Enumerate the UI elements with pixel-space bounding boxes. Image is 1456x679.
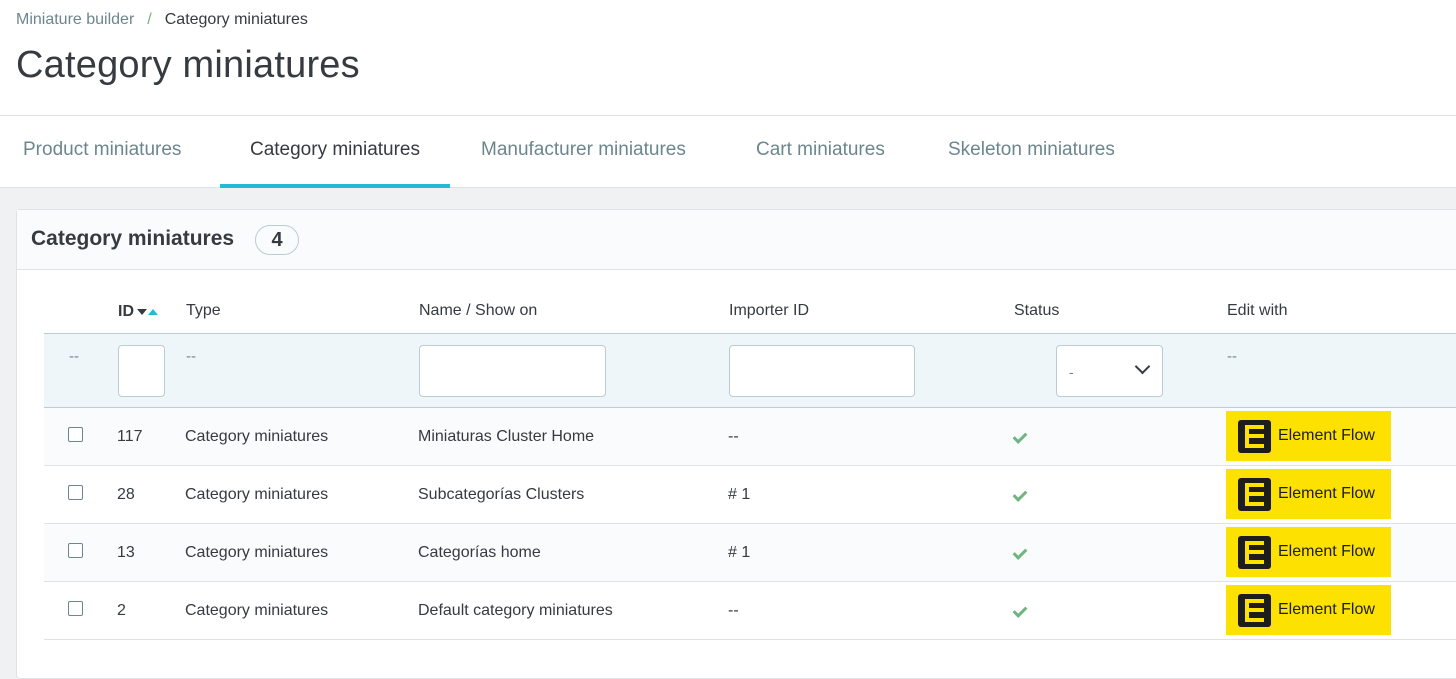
element-flow-logo-icon (1238, 419, 1271, 453)
filter-status-value: - (1069, 364, 1074, 380)
row-checkbox[interactable] (68, 601, 83, 616)
row-type: Category miniatures (185, 602, 329, 619)
chevron-down-icon (1134, 358, 1151, 375)
page-title: Category miniatures (16, 44, 360, 86)
tab-manufacturer-miniatures[interactable]: Manufacturer miniatures (481, 116, 686, 188)
card-header: Category miniatures 4 (17, 210, 1456, 270)
row-type: Category miniatures (185, 486, 329, 503)
edit-with-element-flow-button[interactable]: Element Flow (1226, 411, 1391, 461)
edit-with-element-flow-button[interactable]: Element Flow (1226, 469, 1391, 519)
status-enabled-check-icon[interactable] (1012, 545, 1028, 560)
row-importer-id: # 1 (728, 486, 751, 503)
table-header: ID Type Name / Show on Importer ID Statu… (44, 270, 1456, 334)
tab-skeleton-miniatures[interactable]: Skeleton miniatures (948, 116, 1115, 188)
card-title: Category miniatures (31, 227, 235, 250)
row-importer-id: -- (728, 602, 739, 619)
element-flow-logo-icon (1238, 477, 1271, 511)
breadcrumb-separator: / (147, 11, 152, 28)
column-header-importer-id: Importer ID (729, 302, 810, 319)
filter-type-placeholder: -- (186, 348, 196, 365)
edit-with-element-flow-button[interactable]: Element Flow (1226, 527, 1391, 577)
tab-bar: Product miniatures Category miniatures M… (0, 116, 1456, 188)
row-id: 2 (117, 602, 126, 619)
row-id: 13 (117, 544, 135, 561)
row-importer-id: # 1 (728, 544, 751, 561)
row-name: Default category miniatures (418, 602, 613, 619)
row-name: Miniaturas Cluster Home (418, 428, 595, 445)
row-checkbox[interactable] (68, 543, 83, 558)
column-header-id[interactable]: ID (118, 302, 158, 321)
sort-desc-icon[interactable] (137, 309, 147, 315)
column-header-id-label: ID (118, 303, 134, 320)
filter-name-input[interactable] (419, 345, 606, 397)
filter-id-input[interactable] (118, 345, 165, 397)
breadcrumb-parent-link[interactable]: Miniature builder (16, 11, 134, 29)
row-importer-id: -- (728, 428, 739, 445)
status-enabled-check-icon[interactable] (1012, 603, 1028, 618)
sort-icon[interactable] (137, 302, 158, 320)
breadcrumb-current: Category miniatures (164, 11, 308, 28)
element-flow-logo-icon (1238, 535, 1271, 569)
count-badge: 4 (255, 225, 299, 255)
column-header-type: Type (186, 302, 221, 319)
table-row: 117 Category miniatures Miniaturas Clust… (44, 408, 1456, 466)
edit-with-label: Element Flow (1278, 601, 1375, 618)
tab-category-miniatures[interactable]: Category miniatures (220, 116, 450, 188)
column-header-edit-with: Edit with (1227, 302, 1288, 319)
tab-cart-miniatures[interactable]: Cart miniatures (756, 116, 885, 188)
breadcrumb: Miniature builder / Category miniatures (16, 11, 308, 29)
row-type: Category miniatures (185, 428, 329, 445)
filter-status-select[interactable]: - (1056, 345, 1163, 397)
row-checkbox[interactable] (68, 427, 83, 442)
edit-with-label: Element Flow (1278, 427, 1375, 444)
row-checkbox[interactable] (68, 485, 83, 500)
page-header: Miniature builder / Category miniatures … (0, 0, 1456, 116)
status-enabled-check-icon[interactable] (1012, 487, 1028, 502)
filter-bulk-placeholder: -- (69, 348, 79, 365)
miniatures-card: Category miniatures 4 ID Type Name / Sho… (16, 209, 1456, 679)
tab-product-miniatures[interactable]: Product miniatures (23, 116, 181, 188)
filter-edit-with-placeholder: -- (1227, 348, 1237, 365)
row-name: Subcategorías Clusters (418, 486, 585, 503)
row-id: 117 (117, 428, 143, 445)
row-id: 28 (117, 486, 135, 503)
filter-importer-id-input[interactable] (729, 345, 915, 397)
column-header-name: Name / Show on (419, 302, 538, 319)
miniatures-table: ID Type Name / Show on Importer ID Statu… (44, 270, 1456, 640)
table-row: 13 Category miniatures Categorías home #… (44, 524, 1456, 582)
column-header-status: Status (1014, 302, 1060, 319)
filter-row: -- -- - -- (44, 334, 1456, 408)
edit-with-label: Element Flow (1278, 485, 1375, 502)
row-type: Category miniatures (185, 544, 329, 561)
status-enabled-check-icon[interactable] (1012, 429, 1028, 444)
table-row: 28 Category miniatures Subcategorías Clu… (44, 466, 1456, 524)
edit-with-element-flow-button[interactable]: Element Flow (1226, 585, 1391, 635)
sort-asc-icon[interactable] (148, 309, 158, 315)
element-flow-logo-icon (1238, 593, 1271, 627)
table-row: 2 Category miniatures Default category m… (44, 582, 1456, 640)
row-name: Categorías home (418, 544, 541, 561)
edit-with-label: Element Flow (1278, 543, 1375, 560)
